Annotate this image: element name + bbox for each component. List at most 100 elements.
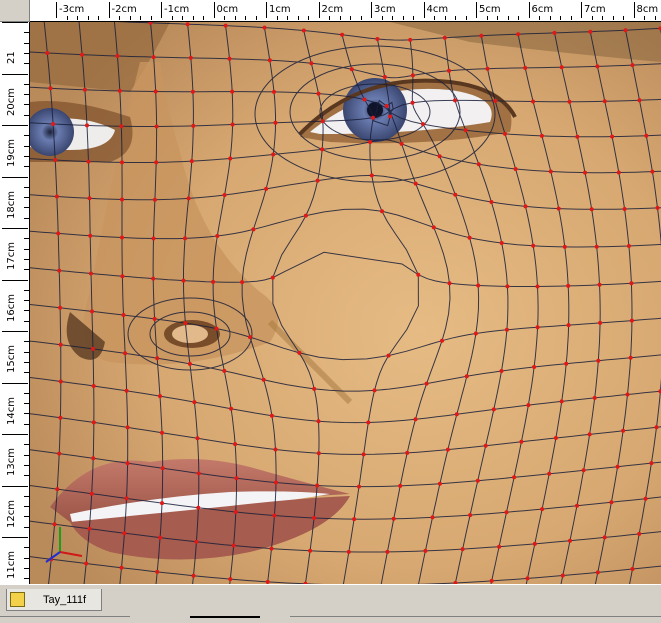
mesh-vertex[interactable] (455, 412, 459, 416)
mesh-vertex[interactable] (588, 30, 592, 34)
mesh-vertex[interactable] (262, 378, 266, 382)
mesh-vertex[interactable] (308, 549, 312, 553)
mesh-vertex[interactable] (321, 119, 325, 123)
mesh-vertex[interactable] (380, 209, 384, 213)
mesh-vertex[interactable] (154, 160, 158, 164)
mesh-vertex[interactable] (610, 135, 614, 139)
mesh-vertex[interactable] (575, 135, 579, 139)
mesh-vertex[interactable] (432, 225, 436, 229)
mesh-vertex[interactable] (385, 104, 389, 108)
mesh-vertex[interactable] (486, 67, 490, 71)
mesh-vertex[interactable] (151, 277, 155, 281)
mesh-vertex[interactable] (557, 207, 561, 211)
mesh-vertex[interactable] (55, 195, 59, 199)
mesh-vertex[interactable] (297, 351, 301, 355)
mesh-vertex[interactable] (215, 327, 219, 331)
mesh-vertex[interactable] (368, 140, 372, 144)
mesh-vertex[interactable] (189, 56, 193, 60)
mesh-vertex[interactable] (553, 31, 557, 35)
mesh-vertex[interactable] (414, 182, 418, 186)
mesh-vertex[interactable] (161, 466, 165, 470)
mesh-vertex[interactable] (231, 123, 235, 127)
mesh-vertex[interactable] (84, 562, 88, 566)
mesh-vertex[interactable] (274, 121, 278, 125)
mesh-vertex[interactable] (387, 354, 391, 358)
mesh-vertex[interactable] (53, 522, 57, 526)
mesh-vertex[interactable] (447, 69, 451, 73)
mesh-vertex[interactable] (347, 550, 351, 554)
mesh-vertex[interactable] (80, 53, 84, 57)
mesh-vertex[interactable] (340, 33, 344, 37)
mesh-vertex[interactable] (228, 577, 232, 581)
mesh-vertex[interactable] (554, 436, 558, 440)
mesh-vertex[interactable] (505, 328, 509, 332)
mesh-vertex[interactable] (92, 384, 96, 388)
mesh-vertex[interactable] (87, 527, 91, 531)
mesh-vertex[interactable] (464, 128, 468, 132)
mesh-vertex[interactable] (230, 90, 234, 94)
mesh-vertex[interactable] (126, 461, 130, 465)
mesh-vertex[interactable] (196, 506, 200, 510)
mesh-vertex[interactable] (223, 193, 227, 197)
mesh-vertex[interactable] (596, 570, 600, 574)
mesh-vertex[interactable] (561, 574, 565, 578)
mesh-vertex[interactable] (549, 170, 553, 174)
mesh-vertex[interactable] (476, 284, 480, 288)
mesh-vertex[interactable] (154, 90, 158, 94)
mesh-vertex[interactable] (526, 576, 530, 580)
mesh-vertex[interactable] (152, 55, 156, 59)
mesh-vertex[interactable] (55, 487, 59, 491)
mesh-vertex[interactable] (425, 382, 429, 386)
mesh-vertex[interactable] (465, 374, 469, 378)
mesh-vertex[interactable] (490, 579, 494, 583)
mesh-vertex[interactable] (312, 387, 316, 391)
mesh-vertex[interactable] (531, 100, 535, 104)
mesh-vertex[interactable] (631, 63, 635, 67)
mesh-vertex[interactable] (120, 566, 124, 570)
mesh-vertex[interactable] (362, 452, 366, 456)
mesh-vertex[interactable] (274, 481, 278, 485)
mesh-vertex[interactable] (120, 274, 124, 278)
mesh-vertex[interactable] (229, 407, 233, 411)
mesh-vertex[interactable] (500, 241, 504, 245)
mesh-vertex[interactable] (271, 276, 275, 280)
face-mesh-render[interactable] (30, 22, 661, 584)
mesh-vertex[interactable] (564, 362, 568, 366)
vertical-ruler[interactable]: 2120cm19cm18cm17cm16cm15cm14cm13cm12cm11… (0, 22, 30, 584)
mesh-vertex[interactable] (621, 429, 625, 433)
mesh-vertex[interactable] (366, 421, 370, 425)
mesh-vertex[interactable] (274, 448, 278, 452)
mesh-vertex[interactable] (398, 484, 402, 488)
mesh-vertex[interactable] (57, 452, 61, 456)
mesh-vertex[interactable] (567, 323, 571, 327)
mesh-vertex[interactable] (438, 154, 442, 158)
mesh-vertex[interactable] (234, 510, 238, 514)
mesh-vertex[interactable] (192, 574, 196, 578)
mesh-vertex[interactable] (500, 369, 504, 373)
mesh-vertex[interactable] (272, 514, 276, 518)
mesh-vertex[interactable] (493, 99, 497, 103)
mesh-vertex[interactable] (228, 157, 232, 161)
mesh-vertex[interactable] (524, 204, 528, 208)
mesh-vertex[interactable] (519, 440, 523, 444)
mesh-vertex[interactable] (629, 356, 633, 360)
mesh-vertex[interactable] (453, 98, 457, 102)
mesh-vertex[interactable] (312, 516, 316, 520)
mesh-vertex[interactable] (85, 123, 89, 127)
mesh-vertex[interactable] (233, 442, 237, 446)
mesh-vertex[interactable] (440, 339, 444, 343)
mesh-vertex[interactable] (416, 273, 420, 277)
mesh-vertex[interactable] (623, 207, 627, 211)
mesh-vertex[interactable] (215, 234, 219, 238)
mesh-vertex[interactable] (650, 170, 654, 174)
mesh-vertex[interactable] (626, 393, 630, 397)
mesh-vertex[interactable] (392, 517, 396, 521)
mesh-vertex[interactable] (91, 456, 95, 460)
mesh-vertex[interactable] (421, 122, 425, 126)
mesh-vertex[interactable] (649, 461, 653, 465)
mesh-vertex[interactable] (264, 187, 268, 191)
mesh-vertex[interactable] (448, 281, 452, 285)
mesh-vertex[interactable] (191, 90, 195, 94)
mesh-vertex[interactable] (115, 54, 119, 58)
mesh-vertex[interactable] (309, 61, 313, 65)
